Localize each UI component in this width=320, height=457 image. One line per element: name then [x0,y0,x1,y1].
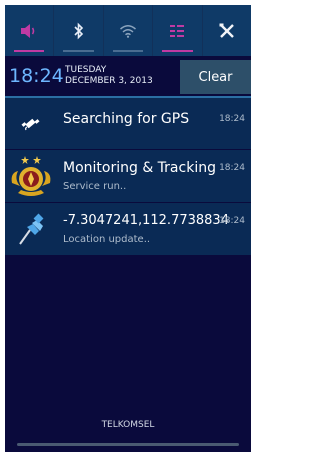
day-of-week: TUESDAY [65,65,107,75]
pushpin-icon [5,203,57,255]
notification-gps[interactable]: Searching for GPS 18:24 [5,98,251,150]
notification-shade: 18:24 TUESDAY DECEMBER 3, 2013 Clear Sea… [5,5,251,452]
date-time-bar: 18:24 TUESDAY DECEMBER 3, 2013 Clear [5,56,251,98]
notification-time: 18:24 [219,216,245,226]
full-date: DECEMBER 3, 2013 [65,76,153,86]
shade-drag-handle[interactable] [17,443,239,446]
notification-location[interactable]: -7.3047241,112.7738834 Location update..… [5,203,251,256]
wifi-icon [120,24,137,38]
notification-title: Searching for GPS [63,111,190,127]
clear-button[interactable]: Clear [180,60,251,94]
bluetooth-icon [74,22,83,39]
notification-time: 18:24 [219,163,245,173]
tools-icon [219,23,234,38]
settings-toggle[interactable] [203,5,251,56]
wifi-toggle[interactable] [104,5,154,56]
notification-monitoring[interactable]: Monitoring & Tracking Service run.. 18:2… [5,150,251,203]
data-list-icon [170,24,185,37]
police-emblem-icon [5,150,57,202]
clock-time: 18:24 [9,65,64,87]
data-toggle[interactable] [153,5,203,56]
carrier-label: TELKOMSEL [101,420,155,430]
bluetooth-toggle[interactable] [54,5,104,56]
notification-time: 18:24 [219,114,245,124]
notification-title: Monitoring & Tracking [63,160,216,176]
quick-settings-bar [5,5,251,56]
notification-title: -7.3047241,112.7738834 [63,213,229,228]
sound-toggle[interactable] [5,5,55,56]
notification-subtitle: Service run.. [63,181,127,192]
notification-subtitle: Location update.. [63,234,151,245]
gps-satellite-icon [5,98,57,149]
volume-icon [21,23,35,38]
